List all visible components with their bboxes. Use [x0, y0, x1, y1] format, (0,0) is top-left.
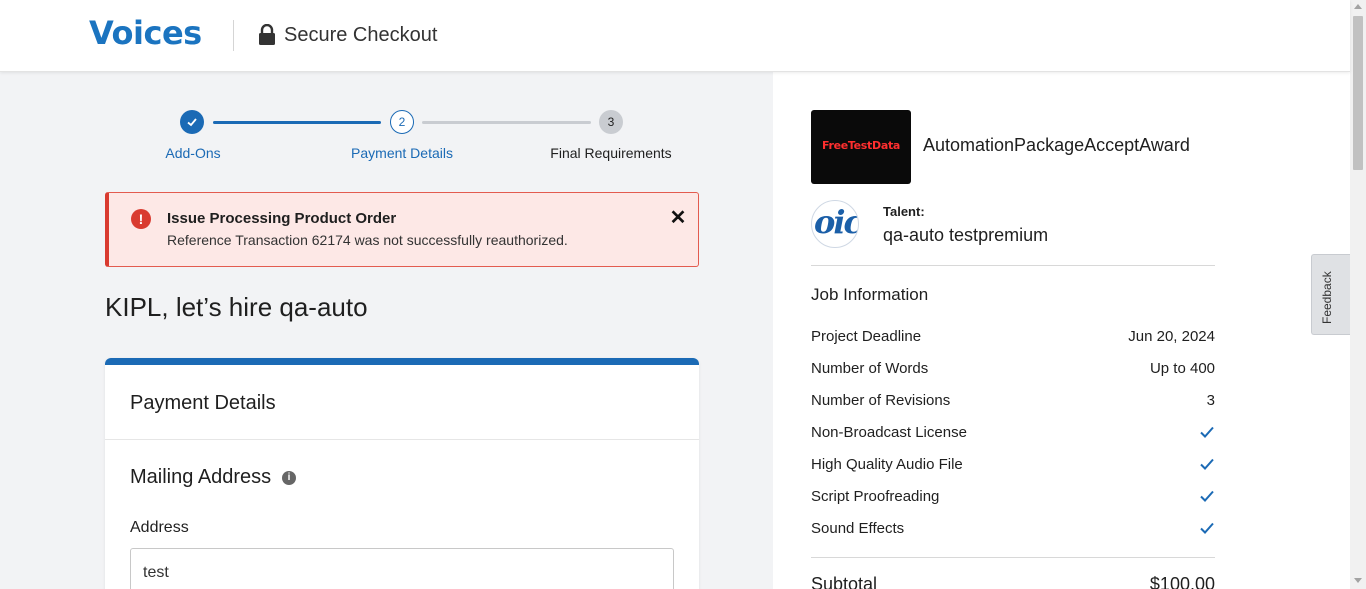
close-icon[interactable]: ✕	[669, 207, 687, 229]
step-connector-2	[422, 121, 591, 124]
list-item: Project Deadline Jun 20, 2024	[811, 326, 1215, 348]
row-value: Jun 20, 2024	[1128, 328, 1215, 345]
feedback-button[interactable]: Feedback	[1311, 254, 1350, 335]
card-divider	[105, 439, 699, 440]
talent-name: qa-auto testpremium	[883, 225, 1049, 245]
card-accent-bar	[105, 358, 699, 365]
step-connector-1	[213, 121, 381, 124]
alert-message: Reference Transaction 62174 was not succ…	[167, 232, 568, 248]
summary-divider-top	[811, 265, 1215, 266]
list-item: Non-Broadcast License	[811, 422, 1215, 444]
job-information-heading: Job Information	[811, 285, 929, 304]
info-icon[interactable]: i	[282, 471, 296, 485]
lock-icon	[259, 24, 275, 45]
payment-details-card: Payment Details Mailing Address i Addres…	[105, 358, 699, 589]
step-label-add-ons[interactable]: Add-Ons	[113, 145, 273, 161]
step-label-payment-details[interactable]: Payment Details	[322, 145, 482, 161]
step-label-final-requirements: Final Requirements	[550, 145, 672, 161]
talent-label: Talent:	[883, 204, 925, 219]
row-label: High Quality Audio File	[811, 456, 963, 473]
row-label: Number of Words	[811, 360, 929, 377]
check-icon	[1200, 458, 1214, 470]
package-thumbnail: FreeTestData	[811, 110, 911, 184]
list-item: Sound Effects	[811, 518, 1215, 540]
scroll-down-icon[interactable]	[1354, 578, 1362, 583]
row-value: Up to 400	[1149, 360, 1215, 377]
avatar-text: oic	[814, 203, 859, 241]
address-label: Address	[130, 519, 189, 536]
check-icon	[187, 118, 197, 127]
page-title: KIPL, let’s hire qa-auto	[105, 292, 368, 322]
row-label: Script Proofreading	[811, 488, 940, 505]
step-1-complete[interactable]	[180, 110, 204, 134]
package-thumbnail-text: FreeTestData	[821, 139, 901, 152]
alert-title: Issue Processing Product Order	[167, 210, 397, 227]
feedback-label: Feedback	[1320, 271, 1334, 324]
secure-checkout-label: Secure Checkout	[284, 24, 438, 46]
list-item: Number of Words Up to 400	[811, 358, 1215, 380]
error-icon: !	[131, 209, 151, 229]
mailing-address-heading: Mailing Address	[130, 466, 272, 488]
card-title: Payment Details	[130, 392, 276, 414]
header: Voices Secure Checkout	[0, 0, 1350, 72]
summary-divider-bottom	[811, 557, 1215, 558]
address-input[interactable]	[130, 548, 674, 589]
step-3-upcoming: 3	[599, 110, 623, 134]
row-value: 3	[1206, 392, 1215, 409]
row-label: Number of Revisions	[811, 392, 951, 409]
check-icon	[1200, 522, 1214, 534]
avatar: oic	[811, 200, 859, 248]
check-icon	[1200, 490, 1214, 502]
list-item: Script Proofreading	[811, 486, 1215, 508]
subtotal-value: $100.00	[1149, 574, 1215, 589]
scrollbar[interactable]	[1350, 0, 1366, 589]
header-divider	[233, 20, 234, 51]
list-item: Number of Revisions 3	[811, 390, 1215, 412]
row-label: Sound Effects	[811, 520, 905, 537]
error-alert: ! Issue Processing Product Order Referen…	[105, 192, 699, 267]
scrollbar-thumb[interactable]	[1353, 16, 1363, 170]
package-name: AutomationPackageAcceptAward	[923, 135, 1190, 155]
scroll-up-icon[interactable]	[1354, 4, 1362, 9]
voices-logo[interactable]: Voices	[89, 14, 202, 52]
row-label: Project Deadline	[811, 328, 922, 345]
list-item: High Quality Audio File	[811, 454, 1215, 476]
step-2-current[interactable]: 2	[390, 110, 414, 134]
row-label: Non-Broadcast License	[811, 424, 967, 441]
subtotal-label: Subtotal	[811, 574, 878, 589]
check-icon	[1200, 426, 1214, 438]
